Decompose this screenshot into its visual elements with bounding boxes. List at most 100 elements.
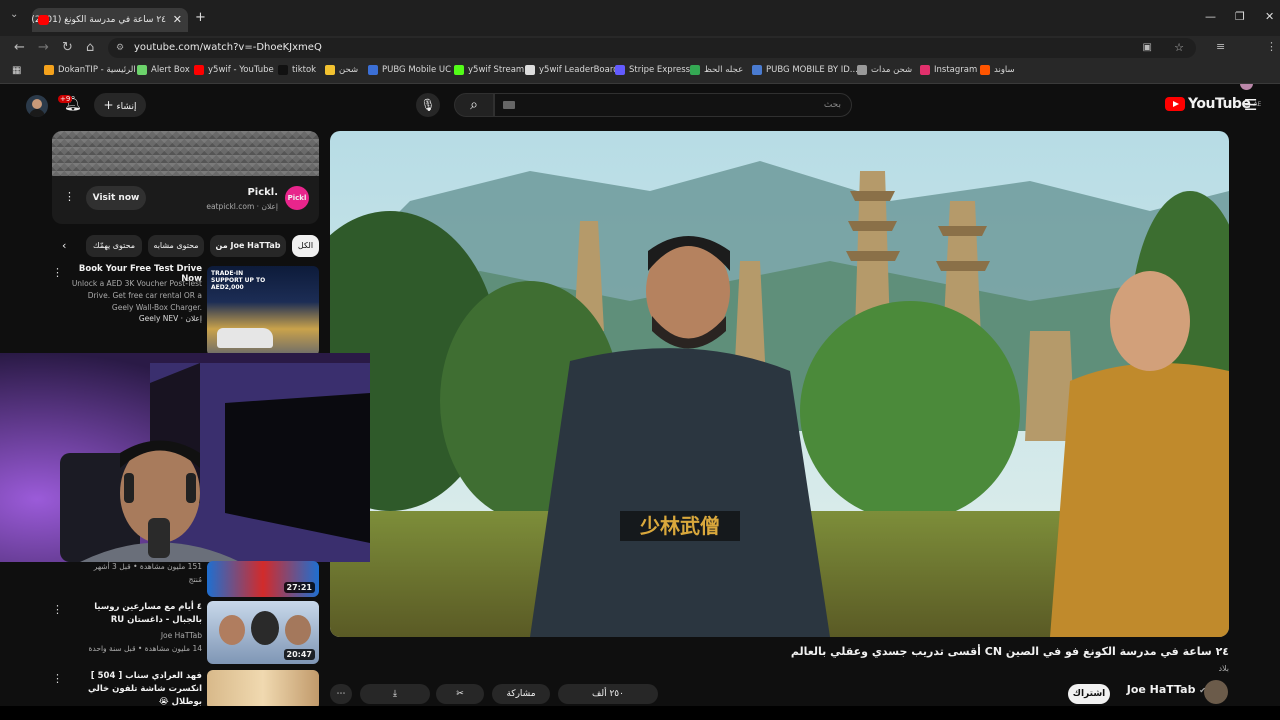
bookmark-label: شحن مدات — [871, 65, 913, 75]
youtube-favicon-icon — [38, 15, 49, 25]
create-label: إنشاء — [116, 102, 137, 112]
video-player[interactable]: 少林武僧 — [330, 131, 1229, 637]
video-thumbnail[interactable]: 20:47 — [207, 601, 319, 664]
video-thumbnail[interactable] — [207, 670, 319, 710]
bookmark-label: Alert Box — [151, 65, 190, 75]
bookmarks-bar: ▦ DokanTIP - الرئيسية Alert Box y5wif - Yo… — [0, 60, 1280, 84]
bookmark-item[interactable]: y5wif LeaderBoard — [525, 65, 619, 75]
chip-related[interactable]: محتوى مشابه — [148, 235, 204, 257]
channel-name-text: Joe HaTTab — [1126, 683, 1196, 696]
video-thumbnail[interactable]: 27:21 — [207, 561, 319, 597]
bookmark-item[interactable]: ساوند — [980, 65, 1015, 75]
bookmark-item[interactable]: Alert Box — [137, 65, 190, 75]
subscribe-button[interactable]: اشتراك — [1068, 684, 1110, 704]
channel-avatar[interactable] — [1204, 680, 1228, 704]
channel-name[interactable]: Joe HaTTab ✔ — [1127, 683, 1206, 696]
tab-search-icon[interactable]: ⌄ — [10, 9, 18, 20]
bookmark-favicon-icon — [368, 65, 378, 75]
back-icon[interactable]: ← — [14, 40, 25, 55]
home-icon[interactable]: ⌂ — [86, 40, 94, 55]
bookmark-favicon-icon — [44, 65, 54, 75]
browser-menu-icon[interactable]: ⋮ — [1266, 40, 1277, 53]
more-actions-button[interactable]: ⋯ — [330, 684, 352, 704]
bookmark-favicon-icon — [278, 65, 288, 75]
apps-grid-icon[interactable]: ▦ — [12, 65, 21, 76]
bookmark-favicon-icon — [454, 65, 464, 75]
bookmark-item[interactable]: شحن مدات — [857, 65, 912, 75]
user-avatar[interactable] — [26, 95, 48, 117]
chips-prev-icon[interactable]: ‹ — [62, 239, 66, 252]
pickl-logo: Pickl — [285, 186, 309, 210]
share-button[interactable]: مشاركة — [492, 684, 550, 704]
site-info-icon[interactable]: ⚙ — [116, 38, 124, 58]
plus-icon: + — [103, 98, 114, 112]
bookmark-item[interactable]: PUBG MOBILE BY ID... — [752, 65, 858, 75]
bookmark-favicon-icon — [525, 65, 535, 75]
cast-icon[interactable]: ▣ — [1143, 38, 1152, 58]
bookmark-favicon-icon — [325, 65, 335, 75]
bookmark-item[interactable]: Stripe Express — [615, 65, 690, 75]
video-channel: Joe HaTTab — [160, 631, 202, 640]
chip-from-channel[interactable]: من Joe HaTTab — [210, 235, 286, 257]
close-tab-icon[interactable]: ✕ — [173, 8, 182, 32]
clip-button[interactable]: ✂ — [436, 684, 484, 704]
guide-menu-icon[interactable]: ☰ — [1244, 96, 1257, 114]
chip-personal[interactable]: محتوى يهمّك — [86, 235, 142, 257]
minimize-icon[interactable]: — — [1205, 10, 1216, 23]
bookmark-item[interactable]: y5wif - YouTube — [194, 65, 274, 75]
youtube-play-icon — [1165, 97, 1185, 111]
bookmark-star-icon[interactable]: ☆ — [1174, 38, 1184, 58]
download-button[interactable]: ⤓ — [360, 684, 430, 704]
bookmark-item[interactable]: tiktok — [278, 65, 316, 75]
browser-tab-bar: ⌄ ٢٤ ساعة في مدرسة الكونغ (2401) ✕ + — ❐… — [0, 0, 1280, 36]
bookmark-label: شحن — [339, 65, 359, 75]
close-window-icon[interactable]: ✕ — [1265, 10, 1274, 23]
video-frame: 少林武僧 — [330, 131, 1229, 637]
search-input[interactable]: بحث — [494, 93, 852, 117]
address-bar[interactable]: ⚙ youtube.com/watch?v=-DhoeKJxmeQ ▣ ☆ — [108, 38, 1196, 58]
chip-all[interactable]: الكل — [292, 235, 319, 257]
reload-icon[interactable]: ↻ — [62, 40, 73, 55]
browser-toolbar: ← → ↻ ⌂ ⚙ youtube.com/watch?v=-DhoeKJxme… — [0, 36, 1280, 90]
video-title: ٢٤ ساعة في مدرسة الكونغ فو في الصين CN أ… — [790, 645, 1229, 658]
bookmark-item[interactable]: شحن — [325, 65, 358, 75]
video-title[interactable]: ٤ أيام مع مسارعين روسيا بالجبال - داغستا… — [66, 601, 202, 627]
keyboard-icon[interactable] — [503, 101, 515, 109]
bookmark-item[interactable]: y5wif Stream — [454, 65, 524, 75]
new-tab-icon[interactable]: + — [195, 10, 206, 25]
bookmark-label: Stripe Express — [629, 65, 691, 75]
bookmark-label: y5wif LeaderBoard — [539, 65, 619, 75]
bookmark-label: ساوند — [994, 65, 1015, 75]
bookmark-label: Instagram — [934, 65, 978, 75]
promo-description: Unlock a AED 3K Voucher Post-Test Drive.… — [71, 279, 202, 312]
bookmark-item[interactable]: DokanTIP - الرئيسية — [44, 65, 136, 75]
forward-icon[interactable]: → — [38, 40, 49, 55]
promo-thumb-text: TRADE-IN SUPPORT UP TO AED2,000 — [211, 270, 266, 291]
browser-tab[interactable]: ٢٤ ساعة في مدرسة الكونغ (2401) ✕ — [32, 8, 188, 32]
video-channel: مُنتج — [188, 575, 202, 584]
video-menu-icon[interactable]: ⋮ — [52, 672, 63, 685]
voice-search-icon[interactable]: 🎙︎ — [416, 93, 440, 117]
taskbar-strip — [0, 706, 1280, 720]
create-button[interactable]: + إنشاء — [94, 93, 146, 117]
bookmark-label: PUBG MOBILE BY ID... — [766, 65, 858, 75]
bookmark-item[interactable]: Instagram — [920, 65, 977, 75]
ad-menu-icon[interactable]: ⋮ — [64, 190, 75, 203]
bookmark-item[interactable]: PUBG Mobile UC — [368, 65, 451, 75]
video-topic[interactable]: بلاد — [1218, 664, 1229, 673]
bookmark-label: y5wif - YouTube — [208, 65, 274, 75]
bookmark-item[interactable]: عجله الحظ — [690, 65, 743, 75]
extensions-icon[interactable]: ≡ — [1216, 40, 1225, 53]
robe-characters: 少林武僧 — [639, 514, 720, 538]
search-button[interactable]: ⌕ — [454, 93, 494, 117]
visit-now-button[interactable]: Visit now — [86, 186, 146, 210]
like-button[interactable]: ٢٥٠ ألف — [558, 684, 658, 704]
bookmark-label: PUBG Mobile UC — [382, 65, 452, 75]
video-title[interactable]: فهد العرادي سناب [ 504 ] انكسرت شاشة تلف… — [66, 670, 202, 709]
video-menu-icon[interactable]: ⋮ — [52, 603, 63, 616]
webcam-overlay — [0, 353, 370, 562]
ad-meta: إعلان · eatpickl.com — [206, 202, 278, 211]
restore-icon[interactable]: ❐ — [1235, 10, 1245, 23]
promo-thumbnail[interactable]: TRADE-IN SUPPORT UP TO AED2,000 — [207, 266, 319, 356]
verified-icon: ✔ — [1199, 686, 1206, 695]
